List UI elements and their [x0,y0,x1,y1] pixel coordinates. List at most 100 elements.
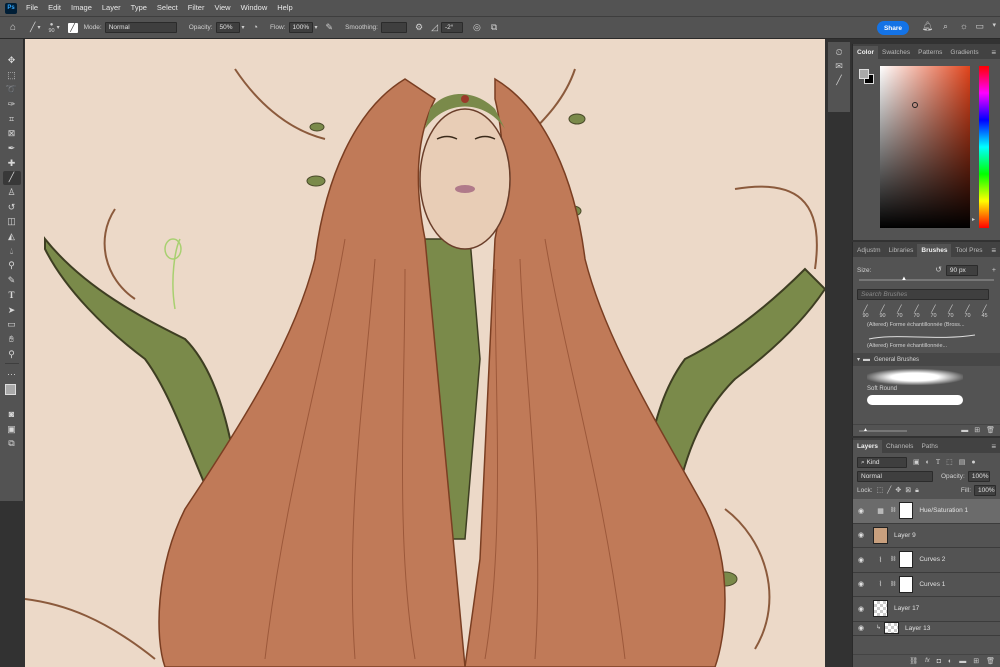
crop-tool-icon[interactable]: ⌗ [3,112,21,127]
recent-brush[interactable]: ╱ 70 [927,305,940,319]
eye-icon[interactable]: ◉ [858,556,870,564]
panel-menu-icon[interactable]: ≡ [991,244,996,257]
add-mask-icon[interactable]: ◘ [937,658,941,665]
menu-filter[interactable]: Filter [183,0,210,16]
paint-bucket-tool-icon[interactable]: ◭ [3,229,21,244]
history-brush-tool-icon[interactable]: ↺ [3,200,21,215]
quick-mask-icon[interactable]: ◙ [3,407,21,422]
tab-libraries[interactable]: Libraries [884,244,917,257]
quick-select-tool-icon[interactable]: ✑ [3,97,21,112]
layer-row[interactable]: ◉ Layer 17 [853,597,1000,622]
menu-window[interactable]: Window [236,0,273,16]
chevron-down-icon[interactable]: ▾ [37,25,40,31]
layer-row[interactable]: ◉ ↳ Layer 13 [853,622,1000,636]
link-layers-icon[interactable]: ⛓ [909,658,918,665]
panel-menu-icon[interactable]: ≡ [991,46,996,59]
eye-icon[interactable]: ◉ [858,605,870,613]
filter-adjustment-icon[interactable]: ◐ [926,459,930,466]
trash-icon[interactable]: 🗑︎ [986,658,995,665]
tab-color[interactable]: Color [853,46,878,59]
size-slider[interactable]: ▲ [859,276,994,282]
brush-angle-icon[interactable]: ◿ [431,23,438,32]
slider-handle-icon[interactable]: ▲ [901,276,907,282]
menu-select[interactable]: Select [152,0,183,16]
folder-icon[interactable]: ▬ [961,427,968,434]
layer-mask-thumbnail[interactable] [899,502,914,520]
menu-edit[interactable]: Edit [43,0,66,16]
lock-position-icon[interactable]: ✥ [895,487,901,494]
chevron-down-icon[interactable]: ▾ [57,25,60,31]
foreground-color-swatch[interactable] [859,69,869,79]
pressure-opacity-icon[interactable]: ◔ [253,23,258,32]
menu-image[interactable]: Image [66,0,97,16]
layer-thumbnail[interactable] [873,600,888,618]
layer-name[interactable]: Layer 9 [894,532,916,539]
workspace-icon[interactable]: ▭ [975,22,984,31]
layer-name[interactable]: Curves 1 [919,581,945,588]
slider-handle-icon[interactable]: ▲ [863,427,868,433]
layer-filter-select[interactable]: ⌕ Kind [857,456,907,468]
bell-icon[interactable]: 🔔︎ [922,22,933,31]
dodge-tool-icon[interactable]: ⚲ [3,259,21,274]
search-icon[interactable]: ⌕ [943,22,948,31]
eye-icon[interactable]: ◉ [858,624,870,632]
brush-size-field[interactable]: 90 px [945,264,978,276]
share-screen-icon[interactable]: ⧉ [3,437,21,452]
menu-layer[interactable]: Layer [97,0,126,16]
filter-type-icon[interactable]: T [936,458,940,466]
clone-stamp-tool-icon[interactable]: ♙ [3,185,21,200]
layer-name[interactable]: Hue/Saturation 1 [919,507,968,514]
menu-file[interactable]: File [21,0,43,16]
layer-row[interactable]: ◉ ⌇ ⛓ Curves 1 [853,573,1000,597]
recent-brush[interactable]: ╱ 70 [961,305,974,319]
lasso-tool-icon[interactable]: ➰ [3,82,21,97]
new-group-icon[interactable]: ▬ [959,658,966,665]
search-brushes-input[interactable]: Search Brushes [857,289,989,300]
layer-name[interactable]: Layer 17 [894,605,919,612]
layer-thumbnail[interactable] [873,526,888,544]
filter-toggle-icon[interactable]: ● [971,459,975,466]
recent-brush[interactable]: ╱ 45 [978,305,991,319]
panel-menu-icon[interactable]: ≡ [991,440,996,453]
eye-icon[interactable]: ◉ [858,507,870,515]
trash-icon[interactable]: 🗑︎ [986,427,995,434]
foreground-color-swatch[interactable] [4,384,16,396]
recent-brush[interactable]: ╱ 90 [859,305,872,319]
brush-preset-icon[interactable]: ╱ [30,23,35,32]
blur-tool-icon[interactable]: 💧︎ [3,244,21,259]
recent-brush[interactable]: ╱ 70 [944,305,957,319]
filter-smart-object-icon[interactable]: ▤ [959,459,966,466]
layer-thumbnail[interactable] [884,622,900,634]
symmetry-icon[interactable]: ⧉ [491,23,497,32]
brush-tool-icon[interactable]: ╱ [2,170,21,186]
brush-name[interactable]: Soft Round [853,385,1000,392]
move-tool-icon[interactable]: ✥ [3,53,21,68]
layer-name[interactable]: Layer 13 [905,625,930,632]
layer-name[interactable]: Curves 2 [919,556,945,563]
lightbulb-icon[interactable]: ☼ [960,22,968,31]
menu-type[interactable]: Type [126,0,152,16]
recent-brush[interactable]: ╱ 70 [910,305,923,319]
hue-slider[interactable] [979,66,989,228]
menu-help[interactable]: Help [272,0,297,16]
layer-row[interactable]: ◉ ▦ ⛓ Hue/Saturation 1 [853,499,1000,524]
add-icon[interactable]: + [992,267,996,274]
layer-mask-thumbnail[interactable] [899,575,914,593]
chevron-down-icon[interactable]: ▾ [315,25,318,31]
history-icon[interactable]: ⏲ [835,48,842,57]
hard-round-preview[interactable] [867,395,963,405]
eyedropper-tool-icon[interactable]: ✒ [3,141,21,156]
tab-gradients[interactable]: Gradients [946,46,982,59]
frame-tool-icon[interactable]: ⊠ [3,126,21,141]
tab-channels[interactable]: Channels [882,440,917,453]
brush-size-preview[interactable]: ● 90 [48,22,54,34]
type-tool-icon[interactable]: T [3,288,21,303]
fx-icon[interactable]: fx [925,658,930,664]
filter-pixel-icon[interactable]: ▣ [913,459,920,466]
angle-field[interactable]: -2° [440,22,463,33]
reset-icon[interactable]: ↺ [935,266,942,274]
smoothing-field[interactable] [380,22,407,33]
tab-swatches[interactable]: Swatches [878,46,914,59]
soft-round-preview[interactable] [867,369,963,385]
comments-icon[interactable]: ✉ [835,62,843,71]
